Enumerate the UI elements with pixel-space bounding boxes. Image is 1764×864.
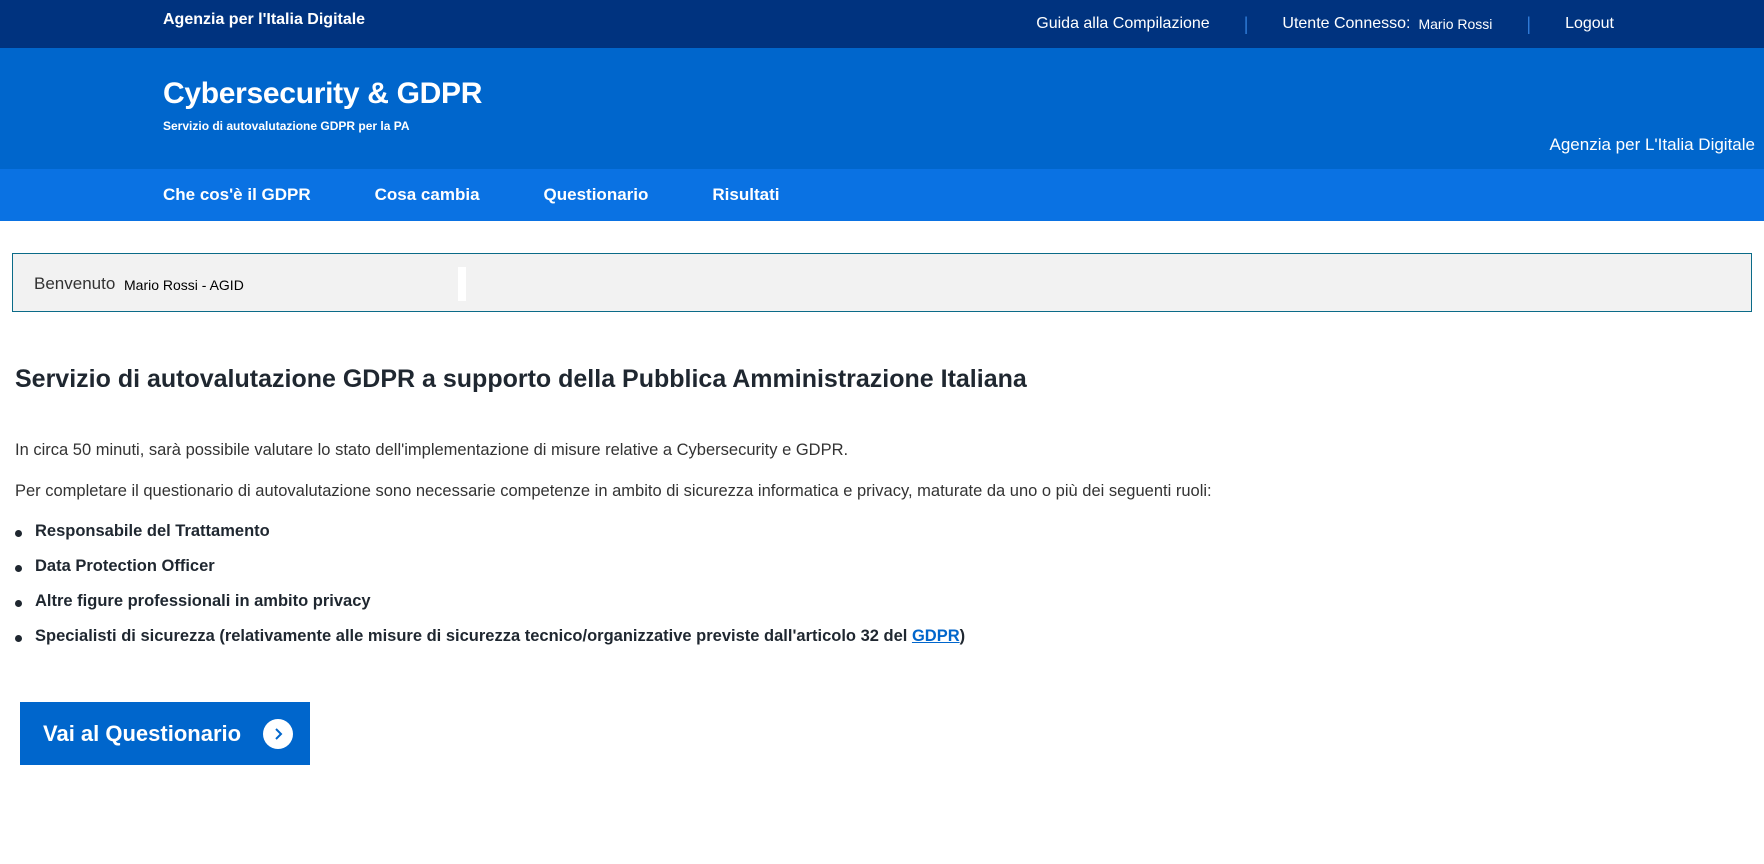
nav-item-gdpr[interactable]: Che cos'è il GDPR [163,185,311,205]
guide-link[interactable]: Guida alla Compilazione [1036,15,1209,33]
role-text: Specialisti di sicurezza (relativamente … [35,627,912,645]
list-item: Responsabile del Trattamento [15,522,965,557]
list-item: Specialisti di sicurezza (relativamente … [15,627,965,662]
user-name: Mario Rossi [1418,16,1493,32]
top-bar-actions: Guida alla Compilazione | Utente Conness… [1036,0,1614,48]
top-bar: Agenzia per l'Italia Digitale Guida alla… [0,0,1764,48]
main-content: Servizio di autovalutazione GDPR a suppo… [15,365,1715,645]
welcome-user: Mario Rossi - AGID [124,277,244,293]
welcome-panel: Benvenuto Mario Rossi - AGID [12,253,1752,312]
nav-item-questionnaire[interactable]: Questionario [544,185,649,205]
roles-list: Responsabile del Trattamento Data Protec… [15,522,965,662]
separator: | [1243,13,1249,34]
user-label: Utente Connesso: [1282,15,1411,32]
site-header: Cybersecurity & GDPR Servizio di autoval… [0,48,1764,169]
welcome-divider [458,267,466,301]
intro-paragraph: In circa 50 minuti, sarà possibile valut… [15,441,849,459]
start-questionnaire-button[interactable]: Vai al Questionario [20,702,310,765]
agency-label[interactable]: Agenzia per L'Italia Digitale [1550,135,1755,155]
nav-item-changes[interactable]: Cosa cambia [375,185,480,205]
page-title: Servizio di autovalutazione GDPR a suppo… [15,365,1027,393]
list-item: Altre figure professionali in ambito pri… [15,592,965,627]
site-subtitle: Servizio di autovalutazione GDPR per la … [163,119,410,133]
button-label: Vai al Questionario [43,720,242,746]
welcome-label: Benvenuto [34,274,116,293]
gdpr-link[interactable]: GDPR [912,627,960,645]
separator: | [1526,13,1532,34]
nav-item-results[interactable]: Risultati [712,185,779,205]
logout-link[interactable]: Logout [1565,15,1614,33]
main-nav: Che cos'è il GDPR Cosa cambia Questionar… [0,169,1764,221]
site-title[interactable]: Cybersecurity & GDPR [163,77,482,111]
role-text-end: ) [959,627,966,645]
list-item: Data Protection Officer [15,557,965,592]
brand-label: Agenzia per l'Italia Digitale [163,11,366,28]
requirements-paragraph: Per completare il questionario di autova… [15,482,1212,500]
chevron-right-icon [263,719,293,749]
